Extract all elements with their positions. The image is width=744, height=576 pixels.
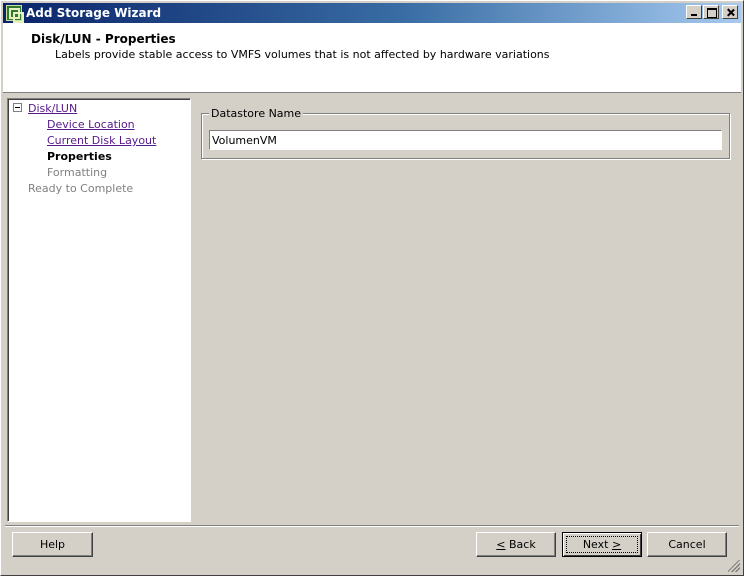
wizard-header: Disk/LUN - Properties Labels provide sta… xyxy=(3,23,741,93)
maximize-icon[interactable] xyxy=(703,5,719,19)
step-properties: Properties xyxy=(47,150,112,163)
page-title: Disk/LUN - Properties xyxy=(31,32,176,46)
step-device-location[interactable]: Device Location xyxy=(47,118,135,131)
back-button[interactable]: < Back xyxy=(476,532,556,557)
step-current-disk-layout[interactable]: Current Disk Layout xyxy=(47,134,156,147)
wizard-window: Add Storage Wizard Disk/LUN - Properties… xyxy=(0,0,744,576)
footer-divider xyxy=(5,525,739,527)
collapse-toggle-icon[interactable] xyxy=(13,103,22,112)
minimize-icon[interactable] xyxy=(686,5,702,19)
help-button[interactable]: Help xyxy=(12,532,93,557)
back-mnemonic: < xyxy=(496,538,506,551)
resize-grip-icon[interactable] xyxy=(728,560,740,572)
page-subtitle: Labels provide stable access to VMFS vol… xyxy=(55,48,550,61)
vsphere-app-icon xyxy=(6,5,24,23)
wizard-steps-panel: Disk/LUN Device Location Current Disk La… xyxy=(7,98,191,522)
window-controls xyxy=(686,5,738,19)
title-bar[interactable]: Add Storage Wizard xyxy=(3,3,741,23)
step-formatting: Formatting xyxy=(47,166,108,179)
step-disk-lun[interactable]: Disk/LUN xyxy=(28,102,77,115)
step-ready-to-complete: Ready to Complete xyxy=(28,182,134,195)
properties-panel: Datastore Name xyxy=(193,98,737,522)
window-title: Add Storage Wizard xyxy=(26,6,162,20)
cancel-button[interactable]: Cancel xyxy=(647,532,727,557)
close-icon[interactable] xyxy=(722,5,738,19)
next-button[interactable]: Next > xyxy=(562,532,642,557)
back-label: Back xyxy=(505,538,536,551)
datastore-name-input[interactable] xyxy=(209,130,722,150)
datastore-name-label: Datastore Name xyxy=(209,107,304,120)
